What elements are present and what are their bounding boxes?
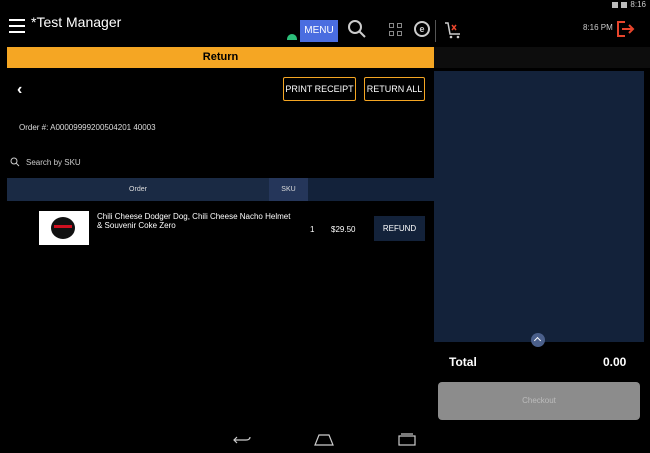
order-number: Order #: A00009999200504201 40003 xyxy=(19,123,156,132)
search-icon[interactable] xyxy=(346,18,368,40)
return-banner: Return xyxy=(7,47,434,68)
return-all-button[interactable]: RETURN ALL xyxy=(364,77,425,101)
back-arrow-icon[interactable]: ‹ xyxy=(17,81,22,99)
item-price: $29.50 xyxy=(331,225,356,234)
checkout-button[interactable]: Checkout xyxy=(438,382,640,420)
app-header: *Test Manager MENU e 8:16 PM xyxy=(0,6,650,44)
nav-recent-apps-icon[interactable] xyxy=(398,433,416,446)
hamburger-menu-icon[interactable] xyxy=(9,19,25,33)
system-nav-bar xyxy=(0,426,650,453)
chevron-up-icon[interactable] xyxy=(531,333,545,347)
nav-back-icon[interactable] xyxy=(233,435,251,445)
nav-home-icon[interactable] xyxy=(314,434,334,446)
page-title: *Test Manager xyxy=(31,14,122,30)
tab-sku[interactable]: SKU xyxy=(269,178,308,201)
refund-button[interactable]: REFUND xyxy=(374,216,425,241)
print-receipt-button[interactable]: PRINT RECEIPT xyxy=(283,77,356,101)
total-value: 0.00 xyxy=(603,355,627,369)
e-icon[interactable]: e xyxy=(414,21,430,37)
header-divider xyxy=(435,20,436,42)
menu-button[interactable]: MENU xyxy=(300,20,338,42)
item-name: Chili Cheese Dodger Dog, Chili Cheese Na… xyxy=(97,212,291,230)
search-icon xyxy=(10,157,20,167)
cart-icon[interactable] xyxy=(442,19,464,41)
list-item: Chili Cheese Dodger Dog, Chili Cheese Na… xyxy=(7,206,434,252)
grid-view-icon[interactable] xyxy=(389,23,402,36)
connection-status-icon xyxy=(287,34,297,40)
sku-search xyxy=(10,155,226,169)
cart-panel xyxy=(434,71,644,342)
product-image xyxy=(39,211,89,245)
tab-bar: Order SKU xyxy=(7,178,434,201)
item-quantity: 1 xyxy=(310,225,315,234)
tab-order[interactable]: Order xyxy=(7,178,269,201)
coke-zero-icon xyxy=(51,217,75,239)
clock-text: 8:16 PM xyxy=(583,23,613,32)
sku-search-input[interactable] xyxy=(26,157,226,167)
right-header-strip xyxy=(434,47,650,68)
total-label: Total xyxy=(449,355,477,369)
logout-icon[interactable] xyxy=(614,18,636,40)
